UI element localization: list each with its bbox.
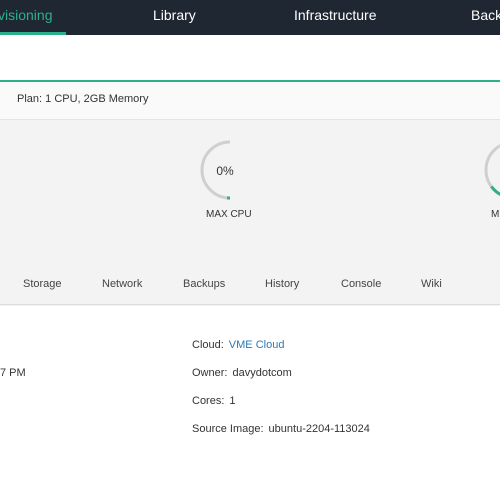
plan-value: 1 CPU, 2GB Memory bbox=[45, 93, 149, 105]
cloud-label: Cloud: bbox=[192, 339, 224, 351]
owner-value: davydotcom bbox=[232, 367, 292, 379]
instance-details: 7 PM Cloud: VME Cloud Owner: davydotcom Co… bbox=[0, 306, 500, 500]
owner-label: Owner: bbox=[192, 367, 228, 379]
top-navigation: visioning Library Infrastructure Backu bbox=[0, 0, 500, 35]
cloud-link[interactable]: VME Cloud bbox=[229, 339, 285, 351]
tab-backups[interactable]: Backups bbox=[183, 278, 225, 290]
source-image-value: ubuntu-2204-113024 bbox=[268, 423, 370, 435]
gauge-value-arc bbox=[490, 185, 500, 196]
detail-owner: Owner: davydotcom bbox=[192, 367, 292, 379]
nav-backups[interactable]: Backu bbox=[471, 7, 500, 23]
tab-wiki[interactable]: Wiki bbox=[421, 278, 442, 290]
tab-storage[interactable]: Storage bbox=[23, 278, 62, 290]
instance-header bbox=[0, 35, 500, 82]
cores-label: Cores: bbox=[192, 395, 225, 407]
plan-text: Plan: 1 CPU, 2GB Memory bbox=[17, 93, 148, 105]
stats-gauges: 0% MAX CPU M bbox=[0, 120, 500, 260]
tab-console[interactable]: Console bbox=[341, 278, 381, 290]
instance-tabs: Storage Network Backups History Console … bbox=[0, 265, 500, 305]
plan-row: Plan: 1 CPU, 2GB Memory bbox=[0, 82, 500, 120]
tab-network[interactable]: Network bbox=[102, 278, 142, 290]
memory-gauge bbox=[484, 144, 500, 196]
plan-label: Plan: bbox=[17, 93, 43, 105]
created-date-fragment: 7 PM bbox=[0, 367, 26, 379]
cores-value: 1 bbox=[229, 395, 236, 407]
nav-library[interactable]: Library bbox=[153, 7, 196, 23]
cpu-gauge-value: 0% bbox=[216, 164, 234, 178]
detail-cloud: Cloud: VME Cloud bbox=[192, 339, 284, 351]
memory-gauge-label: M bbox=[491, 209, 500, 220]
nav-provisioning[interactable]: visioning bbox=[0, 7, 52, 23]
tab-history[interactable]: History bbox=[265, 278, 299, 290]
nav-infrastructure[interactable]: Infrastructure bbox=[294, 7, 376, 23]
detail-source-image: Source Image: ubuntu-2204-113024 bbox=[192, 423, 370, 435]
detail-cores: Cores: 1 bbox=[192, 395, 236, 407]
cpu-gauge-label: MAX CPU bbox=[206, 209, 252, 220]
source-image-label: Source Image: bbox=[192, 423, 264, 435]
